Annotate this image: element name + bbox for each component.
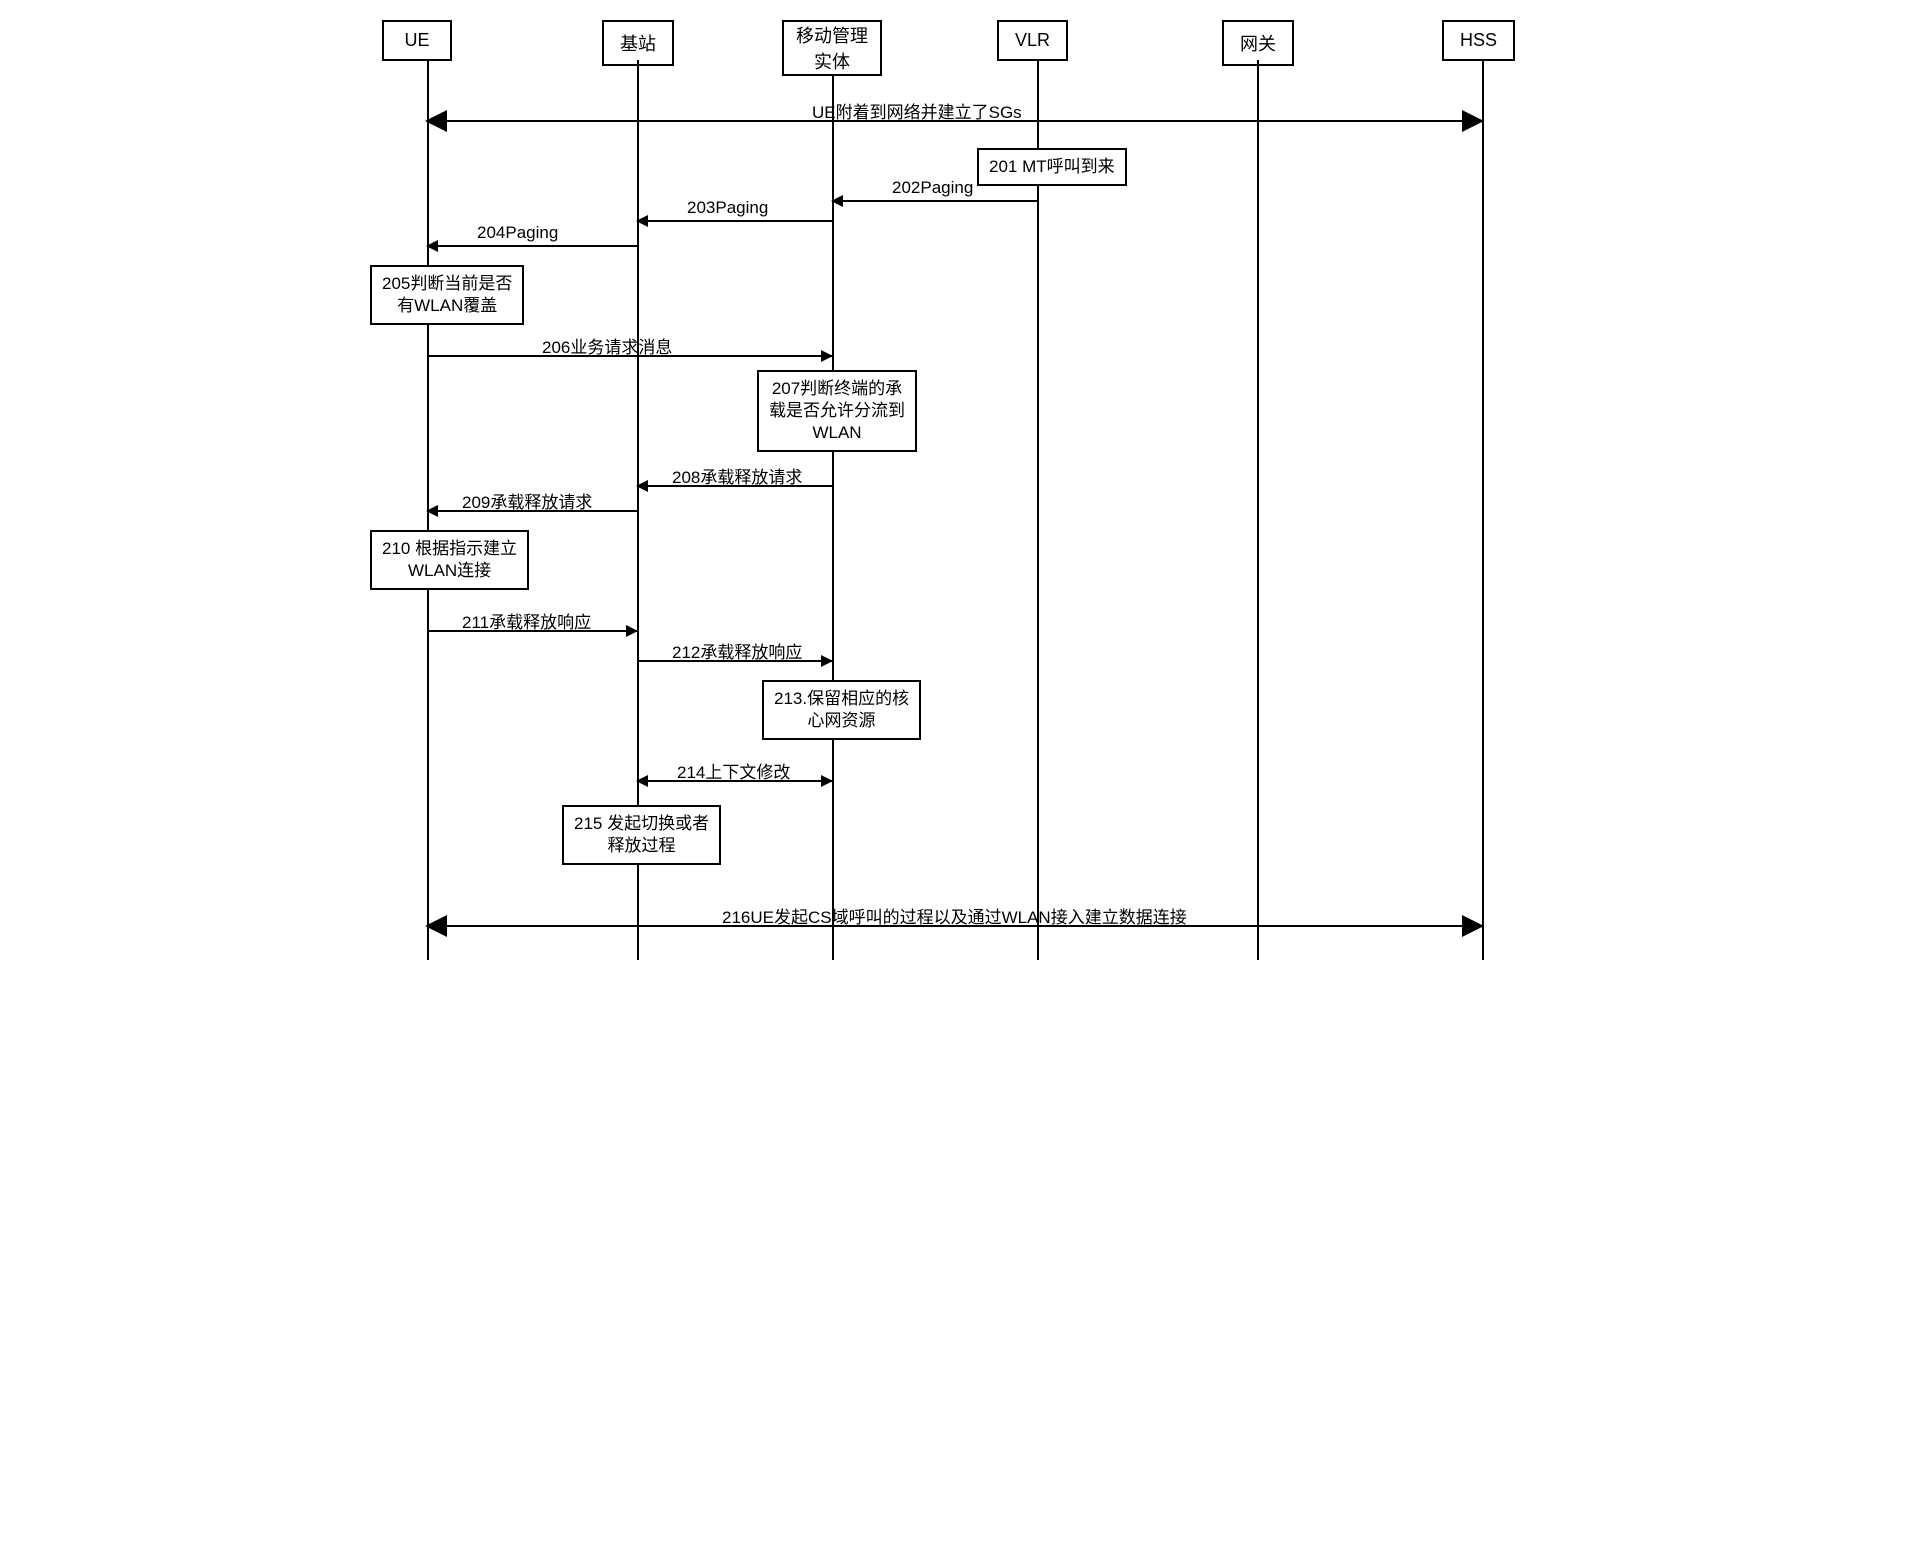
- box-213-line2: 心网资源: [774, 710, 909, 732]
- box-205-line1: 205判断当前是否: [382, 273, 512, 295]
- label-204: 204Paging: [477, 223, 558, 243]
- participant-vlr: VLR: [997, 20, 1068, 61]
- label-208: 208承载释放请求: [672, 463, 802, 488]
- participant-hss: HSS: [1442, 20, 1515, 61]
- label-attach: UE附着到网络并建立了SGs: [812, 98, 1022, 123]
- lifeline-hss: [1482, 60, 1484, 960]
- box-210: 210 根据指示建立 WLAN连接: [370, 530, 529, 590]
- label-214: 214上下文修改: [677, 758, 790, 783]
- box-205: 205判断当前是否 有WLAN覆盖: [370, 265, 524, 325]
- label-206: 206业务请求消息: [542, 333, 672, 358]
- arrow-202: [832, 200, 1037, 202]
- label-211: 211承载释放响应: [462, 608, 591, 633]
- label-212: 212承载释放响应: [672, 638, 802, 663]
- participant-mme-line1: 移动管理: [796, 22, 868, 48]
- box-210-line2: WLAN连接: [382, 560, 517, 582]
- box-215-line2: 释放过程: [574, 835, 709, 857]
- arrow-204: [427, 245, 637, 247]
- box-213: 213.保留相应的核 心网资源: [762, 680, 921, 740]
- box-213-line1: 213.保留相应的核: [774, 688, 909, 710]
- box-207-line2: 载是否允许分流到: [769, 400, 905, 422]
- label-203: 203Paging: [687, 198, 768, 218]
- label-209: 209承载释放请求: [462, 488, 592, 513]
- box-215-line1: 215 发起切换或者: [574, 813, 709, 835]
- label-202: 202Paging: [892, 178, 973, 198]
- box-210-line1: 210 根据指示建立: [382, 538, 517, 560]
- participant-mme: 移动管理 实体: [782, 20, 882, 76]
- lifeline-mme: [832, 76, 834, 960]
- box-207-line1: 207判断终端的承: [769, 378, 905, 400]
- lifeline-gw: [1257, 60, 1259, 960]
- box-207-line3: WLAN: [769, 422, 905, 444]
- arrow-203: [637, 220, 832, 222]
- participant-ue: UE: [382, 20, 452, 61]
- box-201: 201 MT呼叫到来: [977, 148, 1127, 186]
- box-207: 207判断终端的承 载是否允许分流到 WLAN: [757, 370, 917, 452]
- box-205-line2: 有WLAN覆盖: [382, 295, 512, 317]
- box-215: 215 发起切换或者 释放过程: [562, 805, 721, 865]
- participant-mme-line2: 实体: [796, 48, 868, 74]
- lifeline-vlr: [1037, 60, 1039, 960]
- sequence-diagram: UE 基站 移动管理 实体 VLR 网关 HSS UE附着到网络并建立了SGs …: [362, 20, 1562, 1000]
- label-216: 216UE发起CS域呼叫的过程以及通过WLAN接入建立数据连接: [722, 903, 1187, 928]
